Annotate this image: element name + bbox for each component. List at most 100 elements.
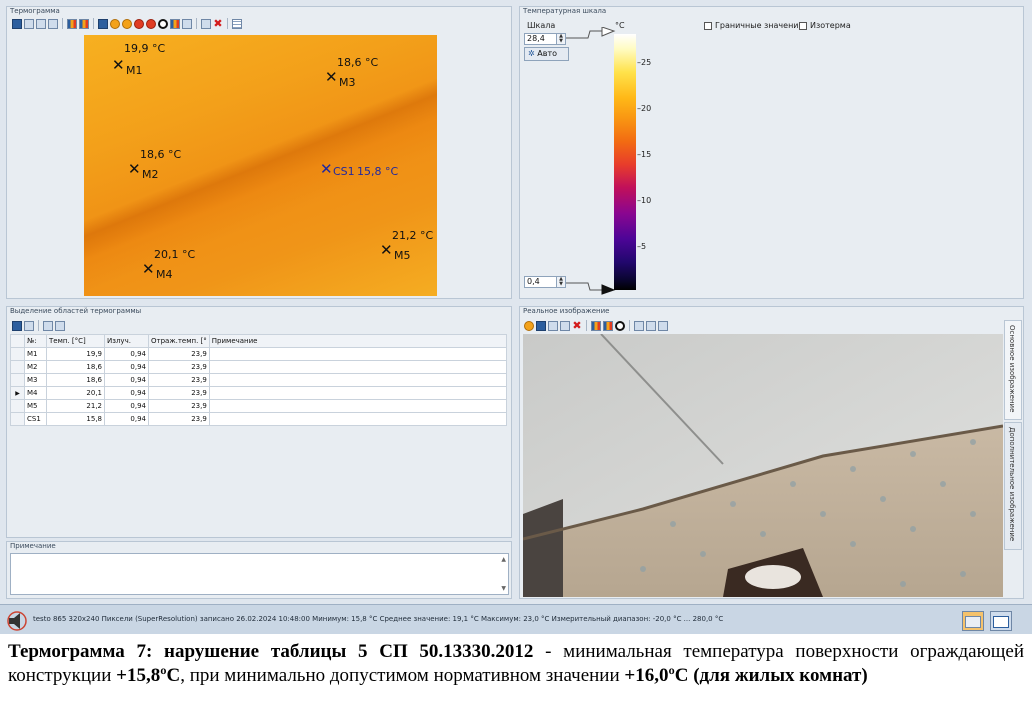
scroll-down-icon[interactable]: ▼ [501,585,506,592]
delete-region-icon[interactable] [43,320,53,331]
isotherm-checkbox[interactable]: Изотерма [799,21,851,31]
cell-id: CS1 [24,412,47,426]
copy-icon[interactable] [24,320,34,331]
marker-cross-icon: ✕ [128,160,141,178]
table-row[interactable]: M3 18,6 0,94 23,9 [10,373,507,387]
palette-icon[interactable] [591,320,601,331]
save-icon[interactable] [12,320,22,331]
tab-extra-image[interactable]: Дополнительное изображение [1004,422,1022,550]
copy-icon[interactable] [24,18,34,29]
marker-temp: 20,1 °C [154,248,196,261]
cell-id: M4 [24,386,47,400]
cell-emissivity: 0,94 [104,412,149,426]
table-row[interactable]: CS1 15,8 0,94 23,9 [10,412,507,426]
zoom-out-icon[interactable] [646,320,656,331]
delete-icon[interactable]: ✖ [572,320,582,331]
speaker-icon[interactable] [6,611,28,631]
spin-arrows-icon[interactable]: ▲ ▼ [556,34,565,44]
real-photo[interactable] [523,334,1003,597]
scale-tick-10: –10 [637,196,652,205]
row-selector[interactable] [10,399,25,413]
measure-point-icon[interactable] [98,18,108,29]
cell-id: M3 [24,373,47,387]
column-header[interactable]: Примечание [208,334,507,348]
row-selector[interactable] [10,347,25,361]
marker-icon[interactable] [146,18,156,29]
limits-checkbox[interactable]: Граничные значения [704,21,803,31]
palette-alt-icon[interactable] [79,18,89,29]
histogram-icon[interactable] [170,18,180,29]
caption-text: Термограмма 7: нарушение таблицы 5 СП 50… [8,640,1024,688]
column-header[interactable]: Темп. [°C] [46,334,105,348]
profile-icon[interactable] [182,18,192,29]
tab-main-image[interactable]: Основное изображение [1004,320,1022,420]
caption-body-2: , при минимально допустимом нормативном … [180,665,625,686]
export-icon[interactable] [48,18,58,29]
delete-icon[interactable]: ✖ [213,18,223,29]
zoom-fit-icon[interactable] [658,320,668,331]
cold-spot-icon[interactable] [134,18,144,29]
toolbar-separator [93,18,94,29]
thermogram-image[interactable]: 19,9 °C ✕ M1 18,6 °C ✕ M3 18,6 °C ✕ M2 ✕… [84,35,437,296]
print-icon[interactable] [36,18,46,29]
zoom-in-icon[interactable] [634,320,644,331]
column-header[interactable]: Излуч. [104,334,149,348]
auto-button[interactable]: ✲ Авто [524,47,569,61]
spin-arrows-icon[interactable]: ▲ ▼ [556,277,565,287]
cell-note[interactable] [208,412,507,426]
open-image-icon[interactable] [524,320,534,331]
scale-max-input[interactable]: 28,4 ▲ ▼ [524,33,566,45]
scroll-up-icon[interactable]: ▲ [501,556,506,563]
cell-note[interactable] [208,360,507,374]
regions-table: №: Темп. [°C] Излуч. Отраж.темп. [° Прим… [10,334,507,426]
cell-note[interactable] [208,373,507,387]
layout-split-icon[interactable] [990,611,1012,631]
cell-temp: 18,6 [46,360,105,374]
scale-min-input[interactable]: 0,4 ▲ ▼ [524,276,566,288]
checkbox-box[interactable] [799,21,807,30]
regions-toolbar [12,320,65,331]
paste-icon[interactable] [560,320,570,331]
toolbar-separator [586,320,587,331]
palette-icon[interactable] [67,18,77,29]
toolbar-separator [38,320,39,331]
mark-point-icon[interactable] [122,18,132,29]
marker-cross-icon: ✕ [112,56,125,74]
cell-id: M2 [24,360,47,374]
row-selector[interactable] [10,360,25,374]
no-entry-icon[interactable] [158,18,168,29]
cell-note[interactable] [208,347,507,361]
marker-temp: 19,9 °C [124,42,166,55]
save-icon[interactable] [536,320,546,331]
marker-label: M2 [142,168,159,181]
cell-note[interactable] [208,399,507,413]
row-selector[interactable] [10,412,25,426]
scale-tick-5: –5 [637,242,647,251]
column-header[interactable]: №: [24,334,47,348]
copy-icon[interactable] [548,320,558,331]
note-textarea[interactable]: ▲ ▼ [10,553,509,595]
table-row[interactable]: M2 18,6 0,94 23,9 [10,360,507,374]
grid-icon[interactable] [232,18,242,29]
select-area-icon[interactable] [201,18,211,29]
save-icon[interactable] [12,18,22,29]
min-pointer-icon[interactable] [566,279,616,295]
scale-label: Шкала [527,21,556,30]
hot-spot-icon[interactable] [110,18,120,29]
max-pointer-icon[interactable] [566,27,616,41]
row-selector[interactable] [10,373,25,387]
layout-single-icon[interactable] [962,611,984,631]
table-row[interactable]: M5 21,2 0,94 23,9 [10,399,507,413]
column-header[interactable]: Отраж.темп. [° [148,334,210,348]
table-row[interactable]: M1 19,9 0,94 23,9 [10,347,507,361]
limits-checkbox-label: Граничные значения [715,21,804,30]
cell-temp: 19,9 [46,347,105,361]
contrast-icon[interactable] [615,320,625,331]
cell-emissivity: 0,94 [104,373,149,387]
table-row[interactable]: ▶ M4 20,1 0,94 23,9 [10,386,507,400]
cell-note[interactable] [208,386,507,400]
checkbox-box[interactable] [704,21,712,30]
palette-alt-icon[interactable] [603,320,613,331]
pointer-icon[interactable] [55,320,65,331]
row-selector-current[interactable]: ▶ [10,386,25,400]
